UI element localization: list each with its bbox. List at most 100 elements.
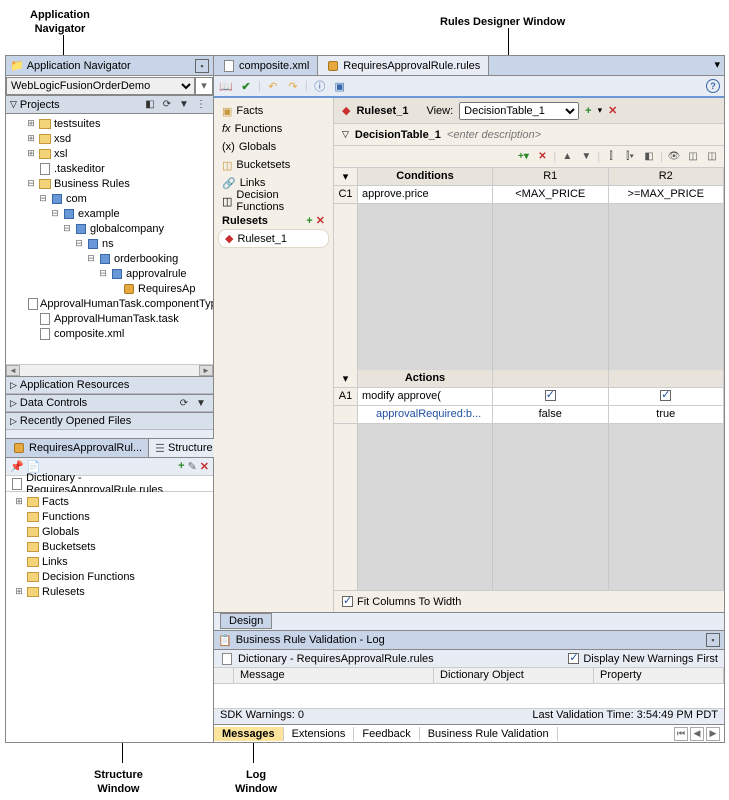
nav-prev-button[interactable]: ◀ [690, 727, 704, 741]
expand-icon[interactable]: ⊞ [26, 118, 36, 129]
collapse-icon[interactable]: ⊟ [26, 178, 36, 189]
tree-node[interactable]: RequiresAp [8, 281, 211, 296]
tree-node[interactable]: composite.xml [8, 326, 211, 341]
r1-param-cell[interactable]: false [493, 406, 609, 423]
info-icon[interactable]: ⓘ [312, 78, 328, 94]
tree-node[interactable]: ⊞testsuites [8, 116, 211, 131]
col-message[interactable]: Message [234, 668, 434, 683]
expand-toggle[interactable]: ▾ [334, 168, 358, 185]
projects-tree[interactable]: ⊞testsuites ⊞xsd ⊞xsl .taskeditor ⊟Busin… [6, 114, 213, 364]
table-action-row[interactable]: A1 modify approve( [334, 388, 724, 406]
delete-button[interactable]: ✕ [608, 104, 617, 117]
pin-icon[interactable]: 📌 [10, 460, 24, 473]
collapse-icon[interactable]: ⊟ [50, 208, 60, 219]
app-selector-menu-button[interactable]: ▾ [195, 77, 213, 95]
tree-node[interactable]: ApprovalHumanTask.componentType [8, 296, 211, 311]
sidebar-item-bucketsets[interactable]: ◫Bucketsets [218, 156, 329, 174]
r2-condition-cell[interactable]: >=MAX_PRICE [609, 186, 725, 203]
filter-icon[interactable]: ▼ [193, 395, 209, 411]
sidebar-item-globals[interactable]: (x)Globals [218, 138, 329, 156]
book-icon[interactable]: 📖 [218, 78, 234, 94]
add-ruleset-icon[interactable]: + [306, 215, 312, 227]
sidebar-item-functions[interactable]: fxFunctions [218, 120, 329, 138]
tree-node[interactable]: Functions [8, 509, 211, 524]
help-icon[interactable]: ? [706, 79, 720, 93]
tab-composite-xml[interactable]: composite.xml [214, 56, 318, 75]
move-up-icon[interactable]: ▲ [559, 149, 575, 165]
validate-icon[interactable]: ✔ [238, 78, 254, 94]
tab-business-rule-validation[interactable]: Business Rule Validation [420, 727, 558, 741]
app-selector-dropdown[interactable]: WebLogicFusionOrderDemo [6, 77, 195, 95]
fit-columns-checkbox[interactable] [342, 596, 353, 607]
r2-param-cell[interactable]: true [609, 406, 725, 423]
tree-node[interactable]: ⊞Rulesets [8, 584, 211, 599]
description-input[interactable] [447, 127, 716, 143]
redo-icon[interactable]: ↷ [285, 78, 301, 94]
tree-node[interactable]: ⊟Business Rules [8, 176, 211, 191]
tree-node[interactable]: Links [8, 554, 211, 569]
delete-icon[interactable]: ✕ [534, 149, 550, 165]
expand-toggle[interactable]: ▾ [334, 370, 358, 387]
design-tab[interactable]: Design [220, 613, 272, 629]
toolbar-button[interactable]: ◫ [704, 149, 720, 165]
col-r2-header[interactable]: R2 [609, 168, 725, 185]
tree-node[interactable]: Globals [8, 524, 211, 539]
r2-action-checkbox[interactable] [609, 388, 725, 405]
col-dict-obj[interactable]: Dictionary Object [434, 668, 594, 683]
table-action-param-row[interactable]: approvalRequired:b... false true [334, 406, 724, 424]
toolbar-button[interactable]: ⫿ [603, 149, 619, 165]
sidebar-item-decision-functions[interactable]: ◫Decision Functions [218, 192, 329, 210]
accordion-app-resources[interactable]: ▷Application Resources [6, 376, 213, 394]
action-param-cell[interactable]: approvalRequired:b... [358, 406, 493, 423]
undo-icon[interactable]: ↶ [265, 78, 281, 94]
toggle-icon[interactable]: ▣ [332, 78, 348, 94]
add-icon[interactable]: +▾ [515, 149, 531, 165]
tab-feedback[interactable]: Feedback [354, 727, 419, 741]
tree-node[interactable]: ⊟globalcompany [8, 221, 211, 236]
app-navigator-tab[interactable]: 📁 Application Navigator [10, 59, 195, 72]
panel-menu-button[interactable]: ▪ [195, 59, 209, 73]
collapse-icon[interactable]: ⊟ [86, 253, 96, 264]
panel-menu-button[interactable]: ▪ [706, 633, 720, 647]
expand-icon[interactable]: ⊞ [14, 496, 24, 507]
structure-tree[interactable]: ⊞Facts Functions Globals Bucketsets Link… [6, 492, 213, 742]
tab-structure[interactable]: ☰Structure [149, 439, 220, 457]
view-dropdown[interactable]: DecisionTable_1 [459, 102, 579, 120]
tab-messages[interactable]: Messages [214, 727, 284, 741]
tab-menu-button[interactable]: ▾ [710, 56, 724, 75]
refresh-icon[interactable]: ⟳ [176, 395, 192, 411]
table-condition-row[interactable]: C1 approve.price <MAX_PRICE >=MAX_PRICE [334, 186, 724, 204]
toolbar-button[interactable]: ⋮ [193, 97, 209, 113]
tree-node[interactable]: ⊟example [8, 206, 211, 221]
tree-node[interactable]: ⊞xsd [8, 131, 211, 146]
tab-requires-approval[interactable]: RequiresApprovalRul... [6, 439, 149, 457]
collapse-icon[interactable]: ⊟ [62, 223, 72, 234]
r1-condition-cell[interactable]: <MAX_PRICE [493, 186, 609, 203]
sidebar-item-facts[interactable]: ▣Facts [218, 102, 329, 120]
nav-first-button[interactable]: ⏮ [674, 727, 688, 741]
col-property[interactable]: Property [594, 668, 724, 683]
filter-icon[interactable]: ▼ [176, 97, 192, 113]
toolbar-button[interactable]: ⫿▾ [622, 149, 638, 165]
collapse-icon[interactable]: ⊟ [38, 193, 48, 204]
toolbar-button[interactable]: ◧ [142, 97, 158, 113]
collapse-icon[interactable]: ⊟ [74, 238, 84, 249]
display-new-warnings-checkbox[interactable] [568, 653, 579, 664]
tree-node[interactable]: .taskeditor [8, 161, 211, 176]
tab-extensions[interactable]: Extensions [284, 727, 355, 741]
collapse-icon[interactable]: ⊟ [98, 268, 108, 279]
scroll-left-icon[interactable]: ◄ [6, 365, 20, 376]
condition-cell[interactable]: approve.price [358, 186, 493, 203]
collapse-icon[interactable]: ▽ [342, 129, 349, 140]
toolbar-button[interactable]: ◧ [641, 149, 657, 165]
tree-node[interactable]: Bucketsets [8, 539, 211, 554]
tree-node[interactable]: ApprovalHumanTask.task [8, 311, 211, 326]
tree-node[interactable]: ⊟com [8, 191, 211, 206]
tree-node[interactable]: ⊞xsl [8, 146, 211, 161]
tree-node[interactable]: ⊟approvalrule [8, 266, 211, 281]
expand-icon[interactable]: ⊞ [26, 148, 36, 159]
delete-ruleset-icon[interactable]: ✕ [316, 215, 325, 227]
tree-node[interactable]: ⊟orderbooking [8, 251, 211, 266]
accordion-data-controls[interactable]: ▷Data Controls ⟳▼ [6, 394, 213, 412]
move-down-icon[interactable]: ▼ [578, 149, 594, 165]
